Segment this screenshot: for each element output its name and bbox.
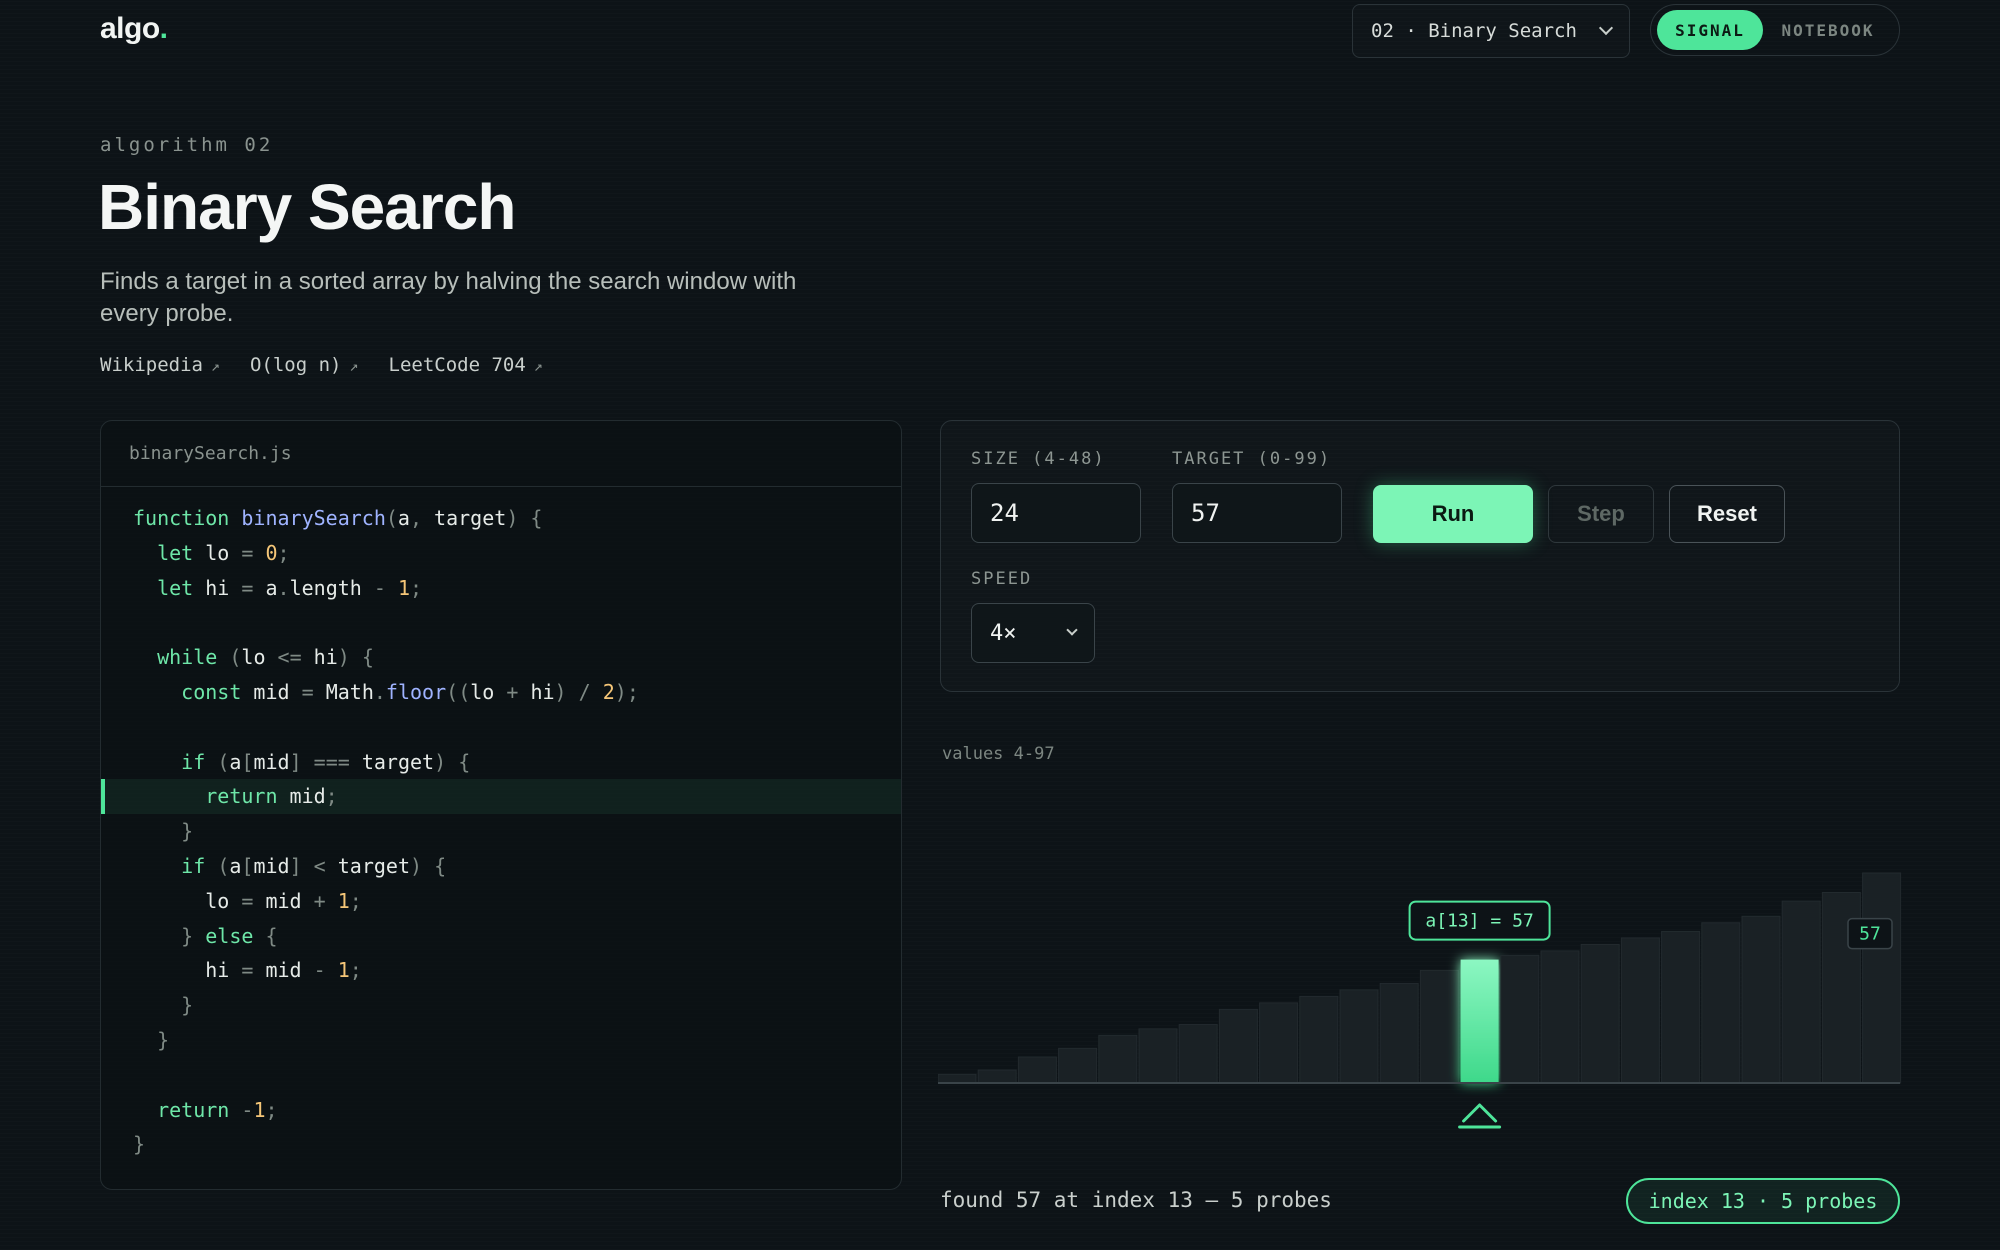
external-link-icon: ↗: [533, 357, 543, 375]
bar: [1259, 1002, 1299, 1084]
mode-notebook-button[interactable]: NOTEBOOK: [1763, 10, 1893, 50]
logo-dot: .: [159, 12, 168, 45]
algorithm-select[interactable]: 02 · Binary Search: [1352, 4, 1630, 58]
algorithm-kicker: algorithm 02: [100, 134, 274, 156]
code-body: function binarySearch(a, target) { let l…: [101, 487, 901, 1162]
speed-label: SPEED: [971, 569, 1033, 589]
code-line: function binarySearch(a, target) {: [133, 506, 543, 530]
external-link-icon: ↗: [210, 357, 220, 375]
step-button[interactable]: Step: [1548, 485, 1654, 543]
logo[interactable]: algo.: [100, 12, 168, 46]
reference-links: Wikipedia ↗ O(log n) ↗ LeetCode 704 ↗: [100, 354, 543, 376]
link-complexity[interactable]: O(log n) ↗: [250, 354, 359, 376]
code-line-active: return mid;: [101, 779, 901, 815]
algorithm-description: Finds a target in a sorted array by halv…: [100, 268, 797, 327]
target-label: TARGET (0-99): [1172, 449, 1332, 469]
bar: [1218, 1008, 1258, 1084]
bar: [1379, 982, 1419, 1084]
code-line: while (lo <= hi) {: [157, 645, 374, 670]
bar: [1701, 922, 1741, 1084]
link-label: Wikipedia: [100, 354, 203, 376]
page-title: Binary Search: [98, 171, 516, 243]
mode-signal-button[interactable]: SIGNAL: [1657, 10, 1763, 50]
bar: [1781, 900, 1821, 1084]
controls-panel: SIZE (4-48) 24 TARGET (0-99) 57 Run Step…: [940, 420, 1900, 692]
code-line: if (a[mid] === target) {: [181, 749, 471, 774]
bar: [1741, 915, 1781, 1084]
code-line: let hi = a.length - 1;: [157, 575, 423, 600]
array-bar-chart: 57 a[13] = 57: [938, 872, 1902, 1129]
mode-toggle: SIGNAL NOTEBOOK: [1650, 4, 1900, 56]
bar: [1098, 1034, 1138, 1084]
size-label: SIZE (4-48): [971, 449, 1106, 469]
code-line: hi = mid - 1;: [133, 958, 362, 983]
code-line: } else {: [181, 923, 278, 948]
bar: [1178, 1024, 1218, 1084]
target-input[interactable]: 57: [1172, 483, 1342, 543]
chevron-down-icon: [1066, 624, 1078, 636]
target-value-tag-text: 57: [1859, 924, 1881, 945]
logo-text: algo: [100, 12, 160, 45]
speed-select-value: 4×: [990, 620, 1017, 646]
bar: [1138, 1028, 1178, 1084]
size-input[interactable]: 24: [971, 483, 1141, 543]
code-line: lo = mid + 1;: [133, 888, 362, 913]
external-link-icon: ↗: [349, 357, 359, 375]
link-wikipedia[interactable]: Wikipedia ↗: [100, 354, 220, 376]
code-line: return -1;: [157, 1097, 278, 1122]
speed-select[interactable]: 4×: [971, 603, 1095, 663]
values-range-label: values 4-97: [942, 744, 1055, 764]
code-line: }: [181, 993, 194, 1018]
pointer-caret-icon: [1462, 1103, 1498, 1123]
bar: [1500, 954, 1540, 1084]
probe-label-text: a[13] = 57: [1425, 911, 1533, 932]
bar: [1299, 995, 1339, 1084]
bar: [1419, 969, 1459, 1084]
bar: [938, 1073, 977, 1084]
link-label: O(log n): [249, 354, 342, 376]
code-line: const mid = Math.floor((lo + hi) / 2);: [181, 679, 639, 704]
bar: [1661, 930, 1701, 1084]
run-button[interactable]: Run: [1373, 485, 1533, 543]
bar: [1058, 1047, 1098, 1084]
code-line: }: [133, 1132, 146, 1157]
bar: [1862, 872, 1902, 1084]
reset-button[interactable]: Reset: [1669, 485, 1785, 543]
code-panel: binarySearch.js function binarySearch(a,…: [100, 420, 902, 1190]
result-badge: index 13 · 5 probes: [1626, 1178, 1900, 1224]
link-leetcode[interactable]: LeetCode 704 ↗: [389, 354, 543, 376]
bar: [1540, 950, 1580, 1084]
link-label: LeetCode 704: [388, 354, 526, 376]
bar: [1017, 1056, 1057, 1084]
code-line: let lo = 0;: [157, 540, 290, 565]
bar: [977, 1069, 1017, 1084]
code-filename: binarySearch.js: [101, 421, 901, 487]
code-line: if (a[mid] < target) {: [181, 853, 447, 878]
chevron-down-icon: [1598, 20, 1614, 36]
code-line: }: [181, 819, 194, 844]
code-line: }: [157, 1027, 170, 1052]
algorithm-select-value: 02 · Binary Search: [1371, 20, 1577, 42]
bar: [1339, 989, 1379, 1084]
bar: [1580, 943, 1620, 1084]
bar-found: [1460, 959, 1499, 1083]
status-message: found 57 at index 13 — 5 probes: [940, 1188, 1332, 1212]
